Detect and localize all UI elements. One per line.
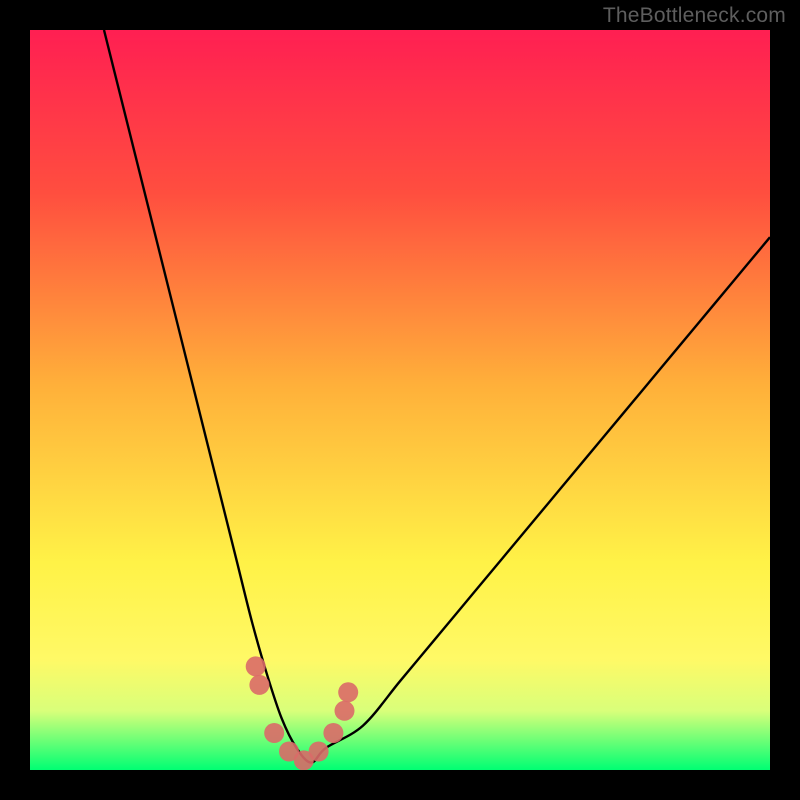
plot-area	[30, 30, 770, 770]
background-gradient	[30, 30, 770, 770]
chart-frame: TheBottleneck.com	[0, 0, 800, 800]
watermark-text: TheBottleneck.com	[603, 4, 786, 28]
